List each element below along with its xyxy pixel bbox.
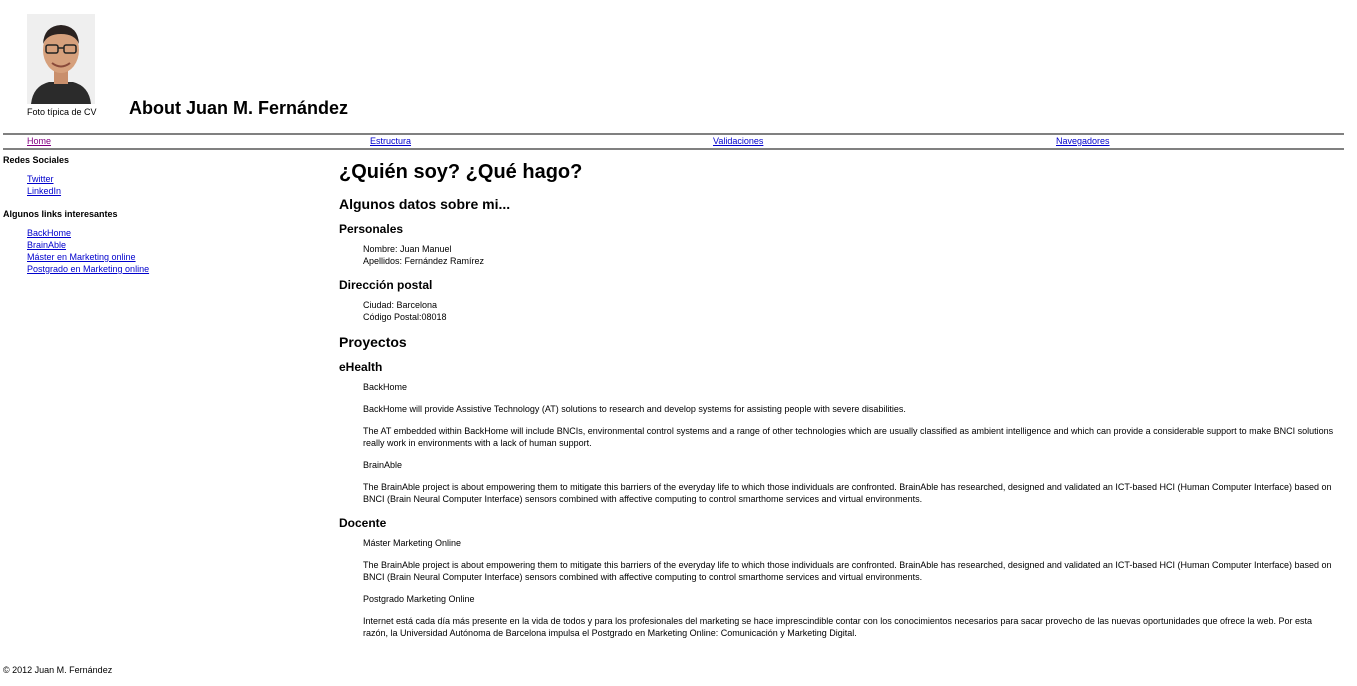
ciudad-text: Ciudad: Barcelona xyxy=(363,300,438,310)
brainable-paragraph: The BrainAble project is about empowerin… xyxy=(363,482,1332,504)
social-links-list: Twitter LinkedIn xyxy=(27,173,303,197)
postgrado-marketing-link[interactable]: Postgrado en Marketing online xyxy=(27,264,149,274)
profile-photo xyxy=(27,14,95,104)
apellidos-text: Apellidos: Fernández Ramírez xyxy=(363,256,485,266)
main-nav: Home Estructura Validaciones Navegadores xyxy=(3,133,1344,150)
direccion-heading: Dirección postal xyxy=(339,278,433,292)
address-data: Ciudad: Barcelona Código Postal:08018 xyxy=(363,299,1334,323)
twitter-link[interactable]: Twitter xyxy=(27,174,54,184)
list-item: Máster en Marketing online xyxy=(27,251,303,263)
brainable-title: BrainAble xyxy=(363,460,403,470)
master-paragraph: The BrainAble project is about empowerin… xyxy=(363,560,1332,582)
page-title: About Juan M. Fernández xyxy=(129,98,349,118)
footer-copyright: © 2012 Juan M. Fernández xyxy=(3,665,113,675)
list-item: Twitter xyxy=(27,173,303,185)
proyectos-heading: Proyectos xyxy=(339,334,407,350)
personales-heading: Personales xyxy=(339,222,404,236)
nombre-text: Nombre: Juan Manuel xyxy=(363,244,452,254)
social-heading: Redes Sociales xyxy=(3,155,70,165)
links-heading: Algunos links interesantes xyxy=(3,209,118,219)
backhome-title: BackHome xyxy=(363,382,408,392)
sidebar: Redes Sociales Twitter LinkedIn Algunos … xyxy=(3,155,303,287)
personal-data: Nombre: Juan Manuel Apellidos: Fernández… xyxy=(363,243,1334,267)
linkedin-link[interactable]: LinkedIn xyxy=(27,186,61,196)
main-heading: ¿Quién soy? ¿Qué hago? xyxy=(339,161,583,183)
postgrado-paragraph: Internet está cada día más presente en l… xyxy=(363,616,1313,638)
nav-estructura-link[interactable]: Estructura xyxy=(346,135,689,148)
nav-validaciones-link[interactable]: Validaciones xyxy=(689,135,1032,148)
backhome-link[interactable]: BackHome xyxy=(27,228,71,238)
nav-home-link[interactable]: Home xyxy=(3,135,346,148)
datos-heading: Algunos datos sobre mi... xyxy=(339,196,511,212)
list-item: BackHome xyxy=(27,227,303,239)
codigo-postal-text: Código Postal:08018 xyxy=(363,312,447,322)
list-item: Postgrado en Marketing online xyxy=(27,263,303,275)
backhome-paragraph-2: The AT embedded within BackHome will inc… xyxy=(363,426,1334,448)
postgrado-title: Postgrado Marketing Online xyxy=(363,594,475,604)
ehealth-heading: eHealth xyxy=(339,360,383,374)
main-content: ¿Quién soy? ¿Qué hago? Algunos datos sob… xyxy=(339,159,1334,649)
master-title: Máster Marketing Online xyxy=(363,538,462,548)
list-item: LinkedIn xyxy=(27,185,303,197)
backhome-paragraph-1: BackHome will provide Assistive Technolo… xyxy=(363,404,906,414)
photo-caption: Foto típica de CV xyxy=(27,107,97,117)
master-marketing-link[interactable]: Máster en Marketing online xyxy=(27,252,136,262)
interesting-links-list: BackHome BrainAble Máster en Marketing o… xyxy=(27,227,303,275)
nav-navegadores-link[interactable]: Navegadores xyxy=(1032,135,1357,148)
list-item: BrainAble xyxy=(27,239,303,251)
brainable-link[interactable]: BrainAble xyxy=(27,240,66,250)
docente-heading: Docente xyxy=(339,516,387,530)
